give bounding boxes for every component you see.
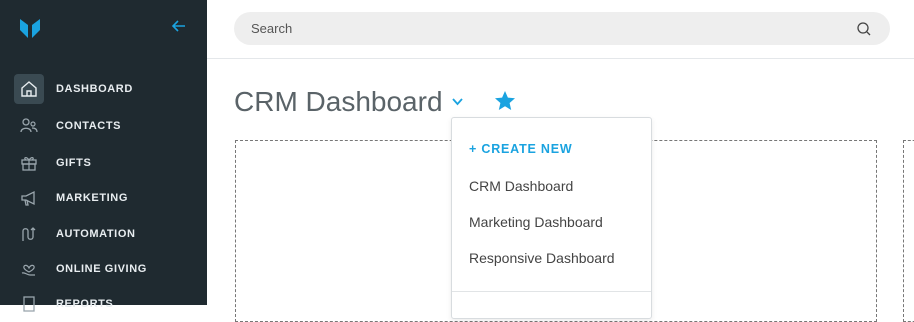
gift-icon <box>14 148 44 178</box>
sidebar-item-label: GIFTS <box>56 157 92 169</box>
sidebar: DASHBOARD CONTACTS GIFTS MARKETING AUTOM… <box>0 0 207 312</box>
create-new-menu-item[interactable]: + CREATE NEW <box>469 142 572 156</box>
menu-divider <box>452 291 651 292</box>
report-icon <box>14 289 44 319</box>
menu-item-crm-dashboard[interactable]: CRM Dashboard <box>469 178 573 194</box>
sidebar-item-label: CONTACTS <box>56 120 122 132</box>
search-placeholder: Search <box>251 21 293 36</box>
sidebar-item-contacts[interactable]: CONTACTS <box>14 111 194 141</box>
menu-item-responsive-dashboard[interactable]: Responsive Dashboard <box>469 250 615 266</box>
dashboard-dropdown-menu: + CREATE NEW CRM Dashboard Marketing Das… <box>451 117 652 319</box>
sidebar-item-label: AUTOMATION <box>56 228 136 240</box>
page-title: CRM Dashboard <box>234 86 443 117</box>
chevron-down-icon[interactable] <box>451 95 464 108</box>
sidebar-item-marketing[interactable]: MARKETING <box>14 183 194 213</box>
megaphone-icon <box>14 183 44 213</box>
sidebar-item-label: ONLINE GIVING <box>56 263 147 275</box>
sidebar-item-label: REPORTS <box>56 298 114 310</box>
sidebar-item-online-giving[interactable]: ONLINE GIVING <box>14 254 194 284</box>
contacts-icon <box>14 111 44 141</box>
heart-hand-icon <box>14 254 44 284</box>
collapse-arrow-icon[interactable] <box>171 18 187 34</box>
search-icon[interactable] <box>856 21 872 37</box>
favorite-star-icon[interactable] <box>493 89 517 113</box>
menu-item-marketing-dashboard[interactable]: Marketing Dashboard <box>469 214 603 230</box>
brand-logo-icon[interactable] <box>18 16 42 40</box>
sidebar-item-gifts[interactable]: GIFTS <box>14 148 194 178</box>
sidebar-item-automation[interactable]: AUTOMATION <box>14 219 194 249</box>
sidebar-item-label: MARKETING <box>56 192 129 204</box>
automation-icon <box>14 219 44 249</box>
widget-placeholder <box>903 140 914 322</box>
sidebar-item-reports[interactable]: REPORTS <box>14 289 194 319</box>
sidebar-item-label: DASHBOARD <box>56 83 133 95</box>
home-icon <box>14 74 44 104</box>
sidebar-item-dashboard[interactable]: DASHBOARD <box>14 74 194 104</box>
search-input[interactable]: Search <box>234 12 890 45</box>
